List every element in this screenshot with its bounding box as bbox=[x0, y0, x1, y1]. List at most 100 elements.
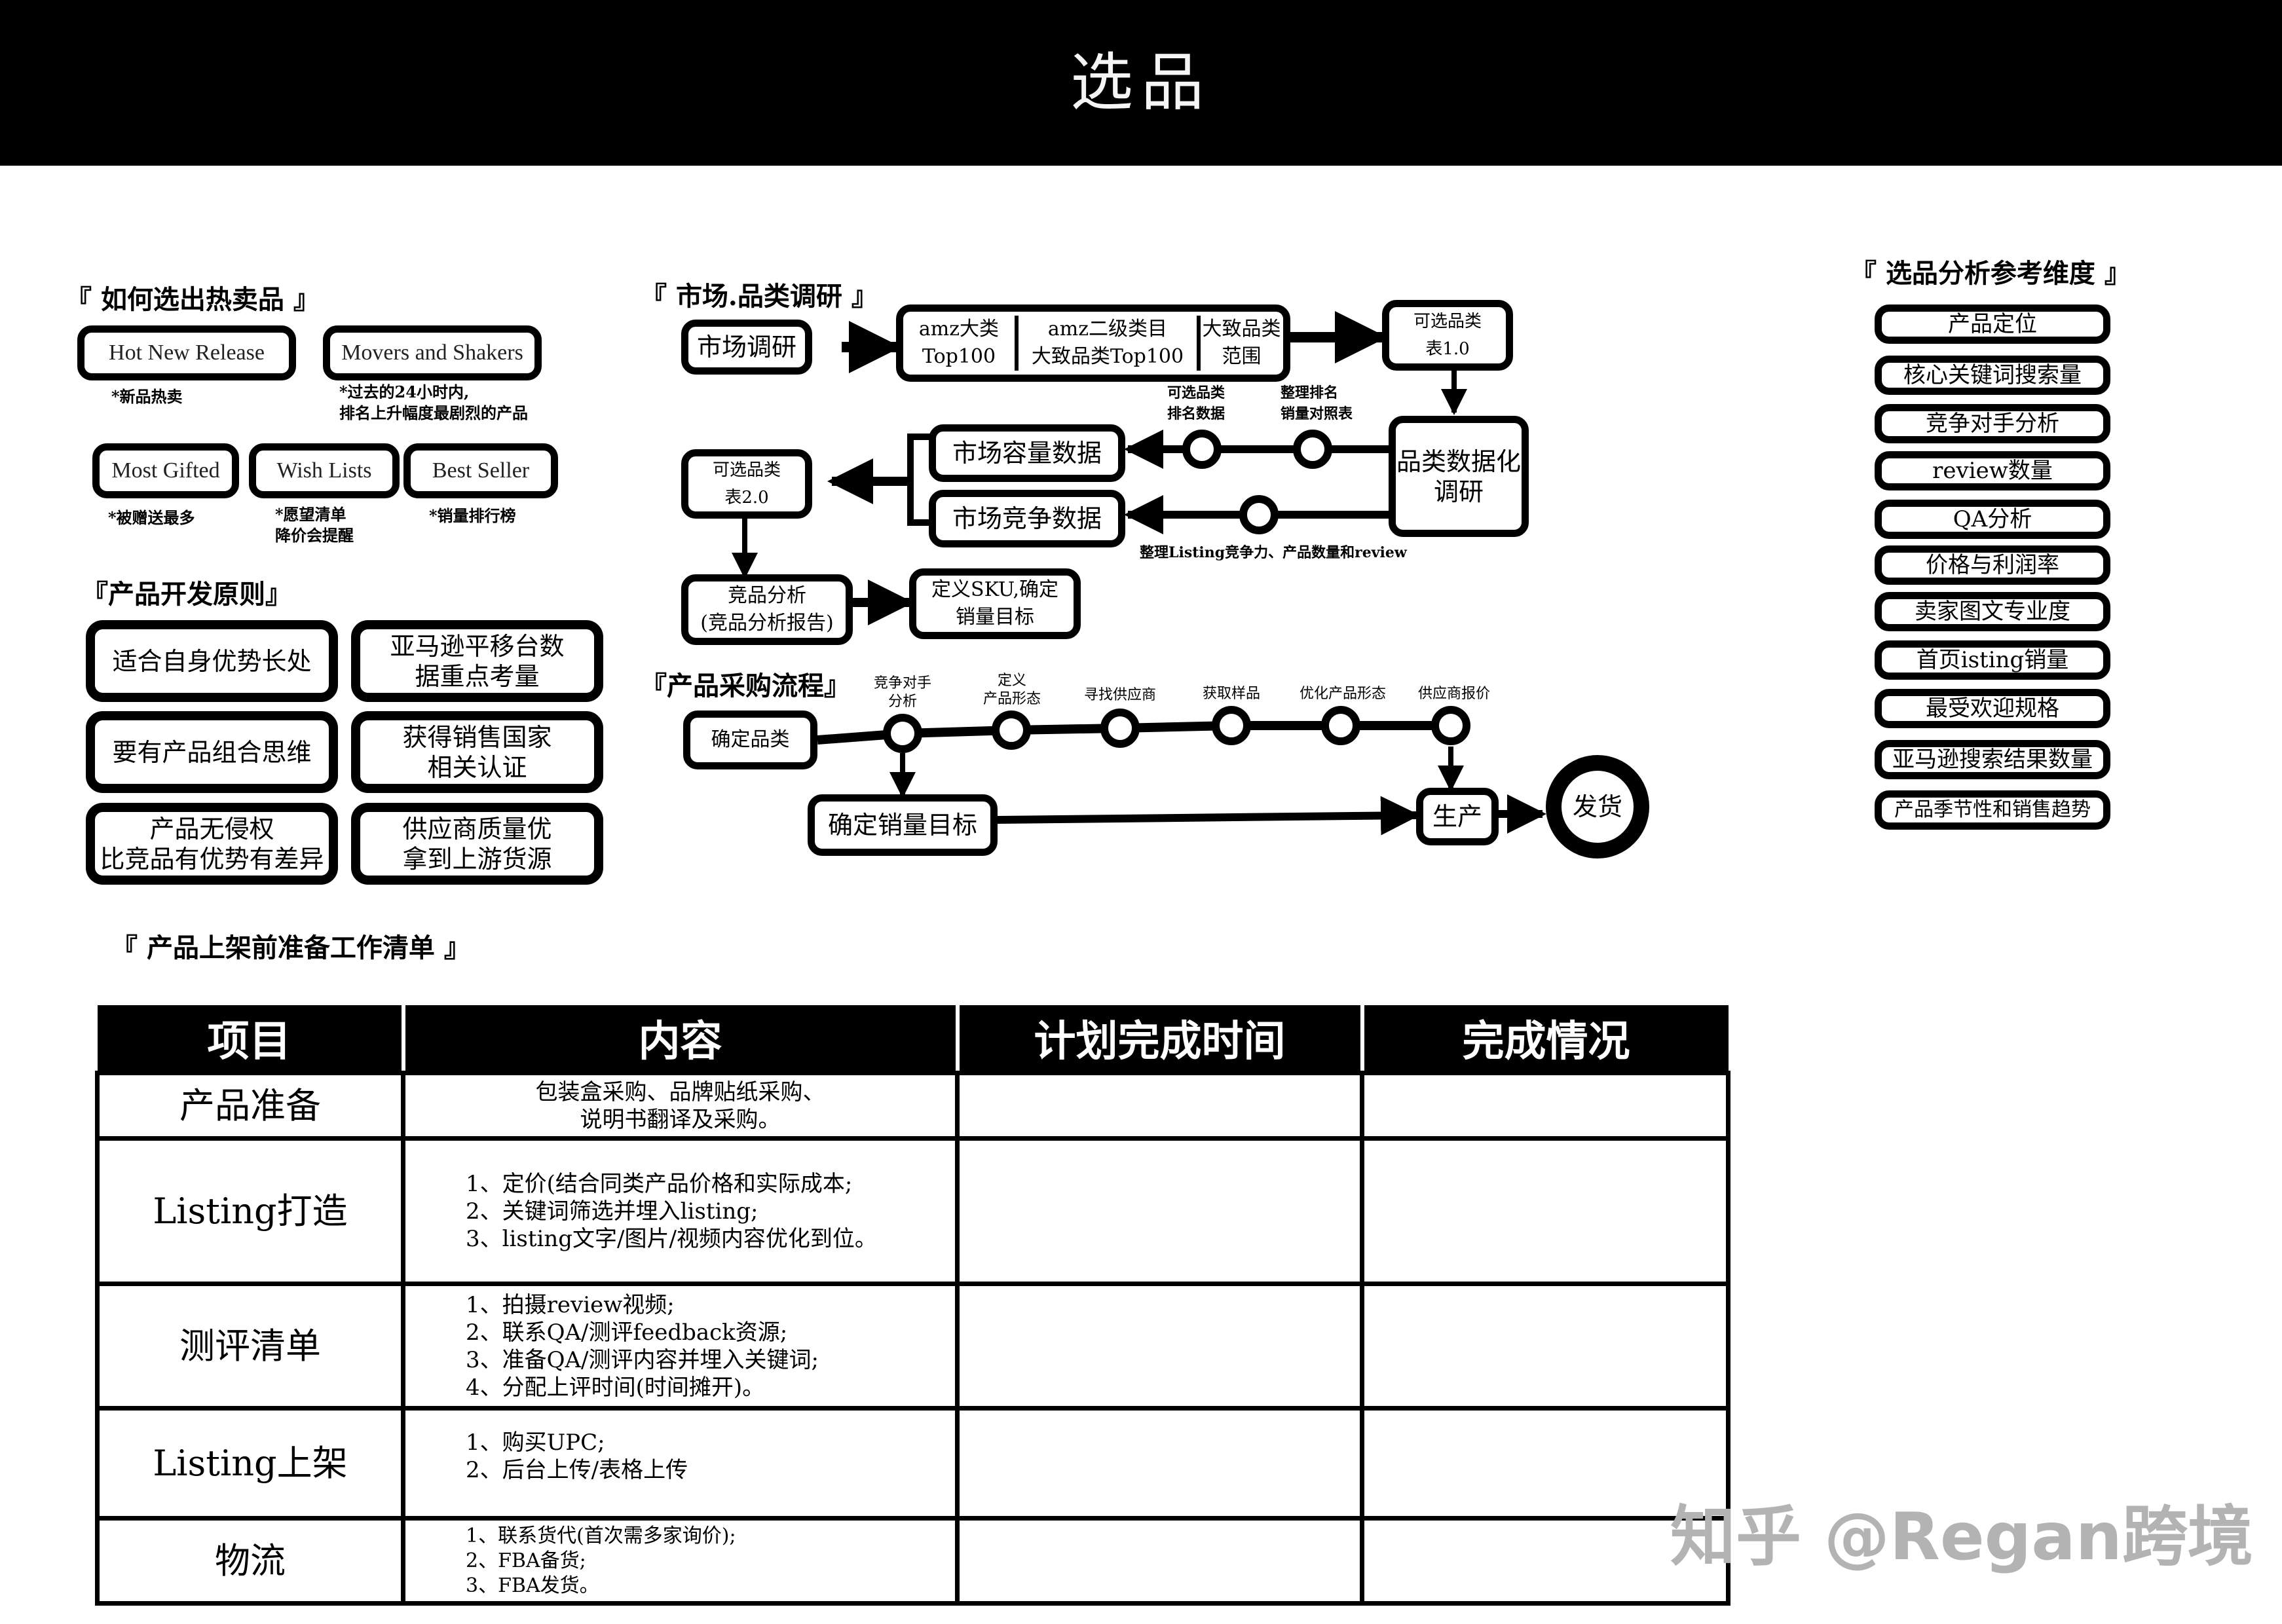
table-v2-node[interactable]: 可选品类 表2.0 bbox=[681, 449, 812, 519]
cell-planned-time[interactable] bbox=[955, 1136, 1364, 1286]
cell-planned-time[interactable] bbox=[955, 1282, 1364, 1411]
bracket-open: 『 bbox=[641, 281, 667, 312]
competitor-analysis-node[interactable]: 竞品分析 (竞品分析报告) bbox=[681, 574, 853, 645]
label-line: 优化产品形态 bbox=[1299, 686, 1386, 702]
note-line: *新品热卖 bbox=[111, 387, 183, 406]
competition-note: 整理Listing竞争力、产品数量和review bbox=[1140, 544, 1407, 561]
principle-line: 供应商质量优 bbox=[402, 814, 552, 843]
define-sku-node[interactable]: 定义SKU,确定 销量目标 bbox=[909, 568, 1081, 639]
list-hot-new-release[interactable]: Hot New Release bbox=[77, 325, 296, 380]
list-wish-lists[interactable]: Wish Lists bbox=[249, 443, 400, 498]
confirm-category-node[interactable]: 确定品类 bbox=[683, 710, 817, 769]
list-label: Best Seller bbox=[432, 458, 530, 483]
cell-line: 大致品类 bbox=[1202, 318, 1281, 341]
step-label: 寻找供应商 bbox=[1068, 686, 1172, 705]
bracket-merge bbox=[907, 434, 930, 526]
sales-target-node[interactable]: 确定销量目标 bbox=[808, 794, 998, 856]
dimension-item[interactable]: 首页isting销量 bbox=[1875, 640, 2110, 680]
label-line: 寻找供应商 bbox=[1083, 687, 1156, 703]
shipping-end-node[interactable]: 发货 bbox=[1546, 755, 1649, 858]
node-label: 竞品分析 bbox=[727, 584, 806, 607]
label-line: 销量对照表 bbox=[1281, 405, 1353, 422]
cell-planned-time[interactable] bbox=[955, 1516, 1364, 1606]
dimension-item[interactable]: 核心关键词搜索量 bbox=[1875, 356, 2110, 395]
principle-line: 相关认证 bbox=[427, 752, 527, 782]
principle-line: 适合自身优势长处 bbox=[112, 646, 312, 676]
list-movers-and-shakers[interactable]: Movers and Shakers bbox=[323, 325, 542, 380]
market-capacity-node[interactable]: 市场容量数据 bbox=[929, 424, 1125, 482]
column-header-status: 完成情况 bbox=[1360, 1005, 1729, 1073]
market-research-node[interactable]: 市场调研 bbox=[681, 320, 812, 375]
dimension-item[interactable]: 产品定位 bbox=[1875, 304, 2110, 344]
cell-status[interactable] bbox=[1360, 1282, 1730, 1411]
note-line: 降价会提醒 bbox=[275, 526, 354, 545]
cell-status[interactable] bbox=[1360, 1136, 1730, 1286]
table-row: Listing打造 1、定价(结合同类产品价格和实际成本; 2、关键词筛选并埋入… bbox=[95, 1136, 1730, 1286]
dimension-item[interactable]: QA分析 bbox=[1875, 500, 2110, 539]
list-most-gifted[interactable]: Most Gifted bbox=[92, 443, 239, 498]
principle-box: 获得销售国家 相关认证 bbox=[351, 711, 603, 793]
dimension-item[interactable]: 价格与利润率 bbox=[1875, 545, 2110, 585]
list-note: *过去的24小时内, 排名上升幅度最剧烈的产品 bbox=[339, 382, 528, 424]
cell-line: Top100 bbox=[922, 345, 996, 368]
cell-item: 产品准备 bbox=[95, 1071, 405, 1141]
content-line: 2、联系QA/测评feedback资源; bbox=[466, 1319, 788, 1346]
dimension-label: 亚马逊搜索结果数量 bbox=[1892, 747, 2093, 773]
bracket-close: 』 bbox=[265, 579, 291, 610]
market-competition-node[interactable]: 市场竞争数据 bbox=[929, 490, 1125, 547]
bracket-close: 』 bbox=[443, 932, 470, 963]
cell-item: 物流 bbox=[95, 1516, 405, 1606]
content-line: 3、准备QA/测评内容并埋入关键词; bbox=[466, 1346, 819, 1373]
dimension-label: 产品定位 bbox=[1948, 311, 2037, 337]
column-header-item: 项目 bbox=[97, 1005, 403, 1073]
section-title-checklist: 『 产品上架前准备工作清单 』 bbox=[111, 927, 470, 965]
node-label: 市场竞争数据 bbox=[952, 504, 1102, 533]
cell-content: 1、定价(结合同类产品价格和实际成本; 2、关键词筛选并埋入listing; 3… bbox=[401, 1136, 960, 1286]
step-circle bbox=[1321, 706, 1360, 745]
label-line: 排名数据 bbox=[1167, 405, 1225, 422]
label-line: 分析 bbox=[888, 693, 917, 710]
dimension-item[interactable]: 亚马逊搜索结果数量 bbox=[1875, 740, 2110, 779]
dimension-item[interactable]: 卖家图文专业度 bbox=[1875, 592, 2110, 631]
table-v1-node[interactable]: 可选品类 表1.0 bbox=[1382, 300, 1513, 371]
cell-planned-time[interactable] bbox=[955, 1406, 1364, 1521]
dimension-label: 价格与利润率 bbox=[1926, 552, 2059, 578]
node-label: 市场容量数据 bbox=[952, 439, 1102, 468]
list-best-seller[interactable]: Best Seller bbox=[403, 443, 558, 498]
node-label-sales-table: 整理排名 销量对照表 bbox=[1281, 382, 1353, 424]
list-note: *新品热卖 bbox=[111, 386, 183, 407]
content-line: 1、定价(结合同类产品价格和实际成本; bbox=[466, 1170, 853, 1197]
label-line: 供应商报价 bbox=[1417, 686, 1490, 702]
section-title-text: 市场.品类调研 bbox=[675, 281, 842, 312]
cell-content: 包装盒采购、品牌贴纸采购、 说明书翻译及采购。 bbox=[401, 1071, 960, 1141]
dimension-item[interactable]: 竞争对手分析 bbox=[1875, 404, 2110, 443]
bracket-open: 『 bbox=[641, 671, 667, 701]
column-header-content: 内容 bbox=[401, 1005, 958, 1073]
cell-status[interactable] bbox=[1360, 1071, 1730, 1141]
bracket-open: 『 bbox=[1850, 258, 1877, 289]
category-cell: amz二级类目 大致品类Top100 bbox=[1019, 316, 1201, 371]
cell-item: 测评清单 bbox=[95, 1282, 405, 1411]
cell-planned-time[interactable] bbox=[955, 1071, 1364, 1141]
category-range-node[interactable]: amz大类 Top100 amz二级类目 大致品类Top100 大致品类 范围 bbox=[896, 304, 1290, 382]
section-title-dimensions: 『 选品分析参考维度 』 bbox=[1850, 252, 2131, 290]
cell-line: amz大类 bbox=[918, 318, 1000, 341]
label-line: 整理排名 bbox=[1281, 384, 1339, 401]
content-line: 3、FBA发货。 bbox=[466, 1574, 599, 1597]
table-row: 测评清单 1、拍摄review视频; 2、联系QA/测评feedback资源; … bbox=[95, 1282, 1730, 1411]
dimension-item[interactable]: 产品季节性和销售趋势 bbox=[1875, 790, 2110, 830]
category-cell: amz大类 Top100 bbox=[903, 316, 1019, 371]
node-label: 确定销量目标 bbox=[827, 811, 977, 840]
principle-box: 适合自身优势长处 bbox=[86, 620, 338, 702]
production-node[interactable]: 生产 bbox=[1416, 788, 1499, 845]
content-line: 2、后台上传/表格上传 bbox=[466, 1457, 688, 1483]
list-label: Hot New Release bbox=[109, 341, 265, 365]
section-title-market-research: 『 市场.品类调研 』 bbox=[641, 275, 878, 313]
step-label: 竞争对手 分析 bbox=[863, 674, 942, 711]
cell-line: 大致品类Top100 bbox=[1031, 345, 1184, 368]
dimension-item[interactable]: 最受欢迎规格 bbox=[1875, 689, 2110, 728]
label-line: 可选品类 bbox=[1167, 384, 1225, 401]
dimension-label: QA分析 bbox=[1953, 506, 2032, 532]
dimension-item[interactable]: review数量 bbox=[1875, 451, 2110, 490]
data-research-node[interactable]: 品类数据化 调研 bbox=[1389, 416, 1529, 537]
